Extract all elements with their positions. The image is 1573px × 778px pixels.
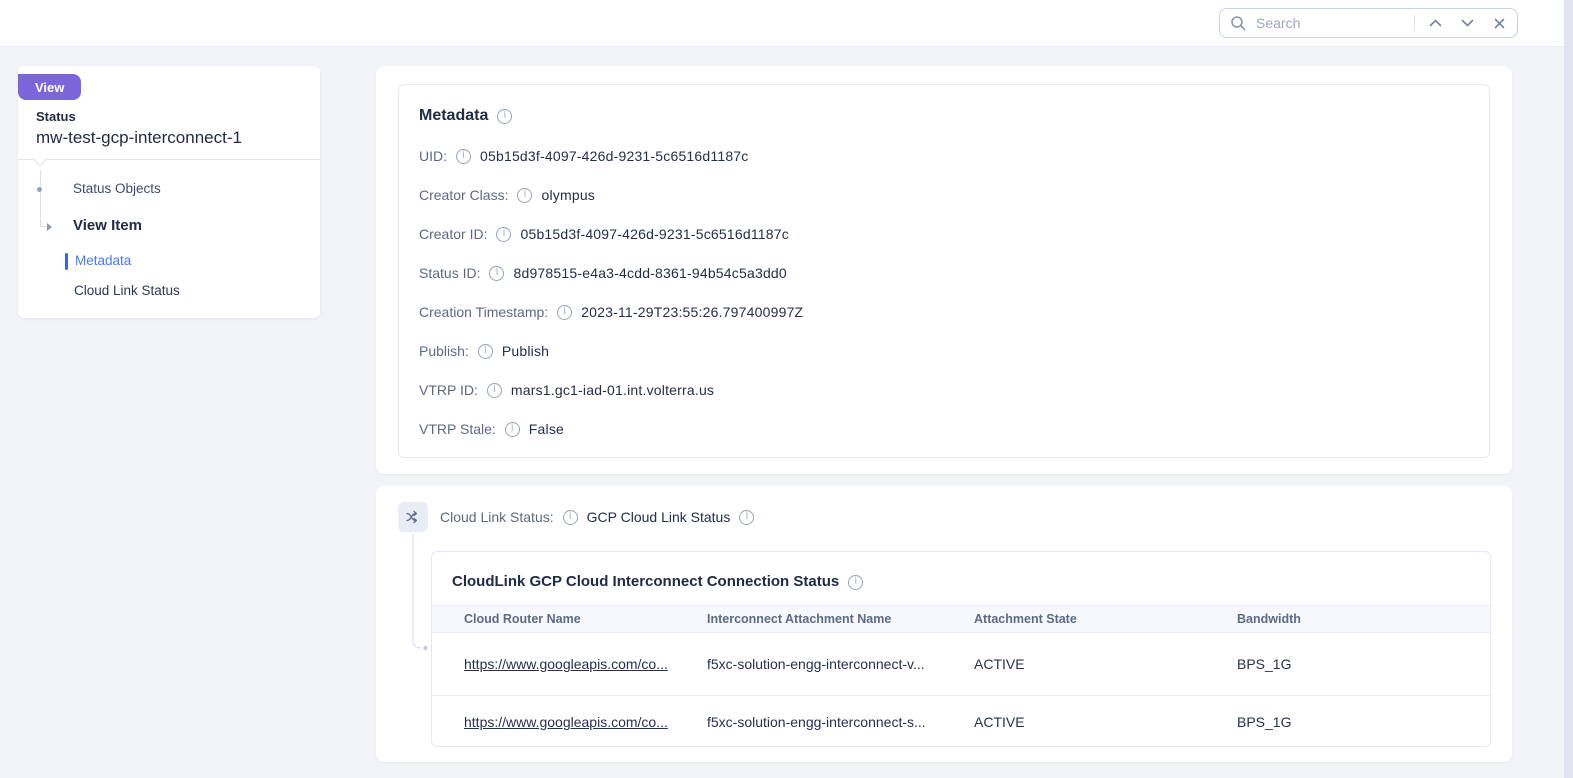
- info-icon[interactable]: [563, 510, 578, 525]
- attachment-name-cell: f5xc-solution-engg-interconnect-v...: [707, 656, 974, 672]
- field-value: Publish: [502, 340, 549, 362]
- expand-tree-button[interactable]: [398, 502, 428, 532]
- info-icon[interactable]: [489, 266, 504, 281]
- cloud-link-status-label: Cloud Link Status:: [440, 507, 554, 527]
- next-match-button[interactable]: [1455, 11, 1479, 35]
- metadata-card-header: Metadata: [419, 105, 1469, 127]
- info-icon[interactable]: [505, 422, 520, 437]
- metadata-field-status-id: Status ID: 8d978515-e4a3-4cdd-8361-94b54…: [419, 262, 1469, 284]
- info-icon[interactable]: [848, 575, 863, 590]
- attachment-state-cell: ACTIVE: [974, 656, 1237, 672]
- chevron-down-icon: [1461, 19, 1474, 27]
- info-icon[interactable]: [517, 188, 532, 203]
- field-value: 2023-11-29T23:55:26.797400997Z: [581, 301, 803, 323]
- info-icon[interactable]: [487, 383, 502, 398]
- info-icon[interactable]: [496, 227, 511, 242]
- info-icon[interactable]: [497, 109, 512, 124]
- cloud-link-status-panel: Cloud Link Status: GCP Cloud Link Status…: [376, 486, 1512, 762]
- info-icon[interactable]: [478, 344, 493, 359]
- metadata-field-creation-timestamp: Creation Timestamp: 2023-11-29T23:55:26.…: [419, 301, 1469, 323]
- table-row: https://www.googleapis.com/co... f5xc-so…: [432, 633, 1490, 696]
- cloud-link-status-value: GCP Cloud Link Status: [587, 507, 731, 527]
- interconnect-card-header: CloudLink GCP Cloud Interconnect Connect…: [432, 552, 1490, 605]
- interconnect-status-card: CloudLink GCP Cloud Interconnect Connect…: [431, 551, 1491, 747]
- table-row: https://www.googleapis.com/co... f5xc-so…: [432, 696, 1490, 747]
- metadata-field-publish: Publish: Publish: [419, 340, 1469, 362]
- sidebar-item-view-item[interactable]: View Item: [73, 217, 142, 234]
- object-title: mw-test-gcp-interconnect-1: [36, 128, 242, 148]
- field-label: UID:: [419, 145, 447, 167]
- cloud-link-status-header: Cloud Link Status: GCP Cloud Link Status: [440, 507, 754, 527]
- info-icon[interactable]: [739, 510, 754, 525]
- metadata-field-creator-class: Creator Class: olympus: [419, 184, 1469, 206]
- field-value: False: [529, 418, 564, 440]
- column-header-cloud-router-name: Cloud Router Name: [464, 612, 707, 626]
- tree-arrow-icon: [47, 223, 52, 231]
- metadata-field-vtrp-id: VTRP ID: mars1.gc1-iad-01.int.volterra.u…: [419, 379, 1469, 401]
- field-label: VTRP ID:: [419, 379, 478, 401]
- branch-split-icon: [405, 509, 421, 525]
- column-header-bandwidth: Bandwidth: [1237, 612, 1490, 626]
- metadata-card: Metadata UID: 05b15d3f-4097-426d-9231-5c…: [398, 84, 1490, 458]
- field-value: 05b15d3f-4097-426d-9231-5c6516d1187c: [520, 223, 789, 245]
- attachment-state-cell: ACTIVE: [974, 714, 1237, 730]
- metadata-field-creator-id: Creator ID: 05b15d3f-4097-426d-9231-5c65…: [419, 223, 1469, 245]
- field-value: 8d978515-e4a3-4cdd-8361-94b54c5a3dd0: [513, 262, 786, 284]
- tree-bullet-icon: [37, 187, 42, 192]
- close-icon: [1494, 18, 1505, 29]
- tree-connector-curve: [412, 534, 430, 656]
- top-bar: [0, 0, 1573, 47]
- column-header-interconnect-attachment-name: Interconnect Attachment Name: [707, 612, 974, 626]
- cloud-router-link[interactable]: https://www.googleapis.com/co...: [464, 656, 668, 672]
- vertical-scrollbar[interactable]: [1564, 0, 1573, 778]
- tree-connector-line: [40, 170, 41, 227]
- field-label: Publish:: [419, 340, 469, 362]
- previous-match-button[interactable]: [1423, 11, 1447, 35]
- bandwidth-cell: BPS_1G: [1237, 714, 1490, 730]
- search-box: [1219, 8, 1518, 38]
- field-label: Creation Timestamp:: [419, 301, 548, 323]
- metadata-field-uid: UID: 05b15d3f-4097-426d-9231-5c6516d1187…: [419, 145, 1469, 167]
- column-header-attachment-state: Attachment State: [974, 612, 1237, 626]
- view-badge: View: [18, 74, 81, 100]
- metadata-panel: Metadata UID: 05b15d3f-4097-426d-9231-5c…: [376, 66, 1512, 474]
- metadata-title: Metadata: [419, 105, 488, 127]
- field-label: Creator Class:: [419, 184, 508, 206]
- field-value: 05b15d3f-4097-426d-9231-5c6516d1187c: [480, 145, 749, 167]
- table-header-row: Cloud Router Name Interconnect Attachmen…: [432, 605, 1490, 633]
- sidebar-item-metadata[interactable]: Metadata: [75, 253, 131, 268]
- field-label: VTRP Stale:: [419, 418, 496, 440]
- metadata-field-vtrp-stale: VTRP Stale: False: [419, 418, 1469, 440]
- metadata-fields: UID: 05b15d3f-4097-426d-9231-5c6516d1187…: [419, 145, 1469, 440]
- sidebar-divider: [18, 158, 320, 168]
- sidebar-item-status-objects[interactable]: Status Objects: [73, 181, 161, 196]
- tree-branch-line: [40, 226, 46, 227]
- sidebar-item-cloud-link-status[interactable]: Cloud Link Status: [74, 283, 180, 298]
- search-divider: [1414, 15, 1415, 31]
- field-value: mars1.gc1-iad-01.int.volterra.us: [511, 379, 714, 401]
- sidebar-card: View Status mw-test-gcp-interconnect-1 S…: [18, 66, 320, 318]
- object-type-label: Status: [36, 109, 76, 124]
- field-label: Creator ID:: [419, 223, 487, 245]
- cloud-router-link[interactable]: https://www.googleapis.com/co...: [464, 714, 668, 730]
- search-icon: [1230, 15, 1246, 31]
- field-label: Status ID:: [419, 262, 480, 284]
- field-value: olympus: [541, 184, 595, 206]
- selected-item-indicator: [65, 253, 68, 270]
- interconnect-card-title: CloudLink GCP Cloud Interconnect Connect…: [452, 572, 839, 592]
- close-search-button[interactable]: [1487, 11, 1511, 35]
- info-icon[interactable]: [456, 149, 471, 164]
- info-icon[interactable]: [557, 305, 572, 320]
- bandwidth-cell: BPS_1G: [1237, 656, 1490, 672]
- chevron-up-icon: [1429, 19, 1442, 27]
- search-input[interactable]: [1254, 14, 1406, 32]
- attachment-name-cell: f5xc-solution-engg-interconnect-s...: [707, 714, 974, 730]
